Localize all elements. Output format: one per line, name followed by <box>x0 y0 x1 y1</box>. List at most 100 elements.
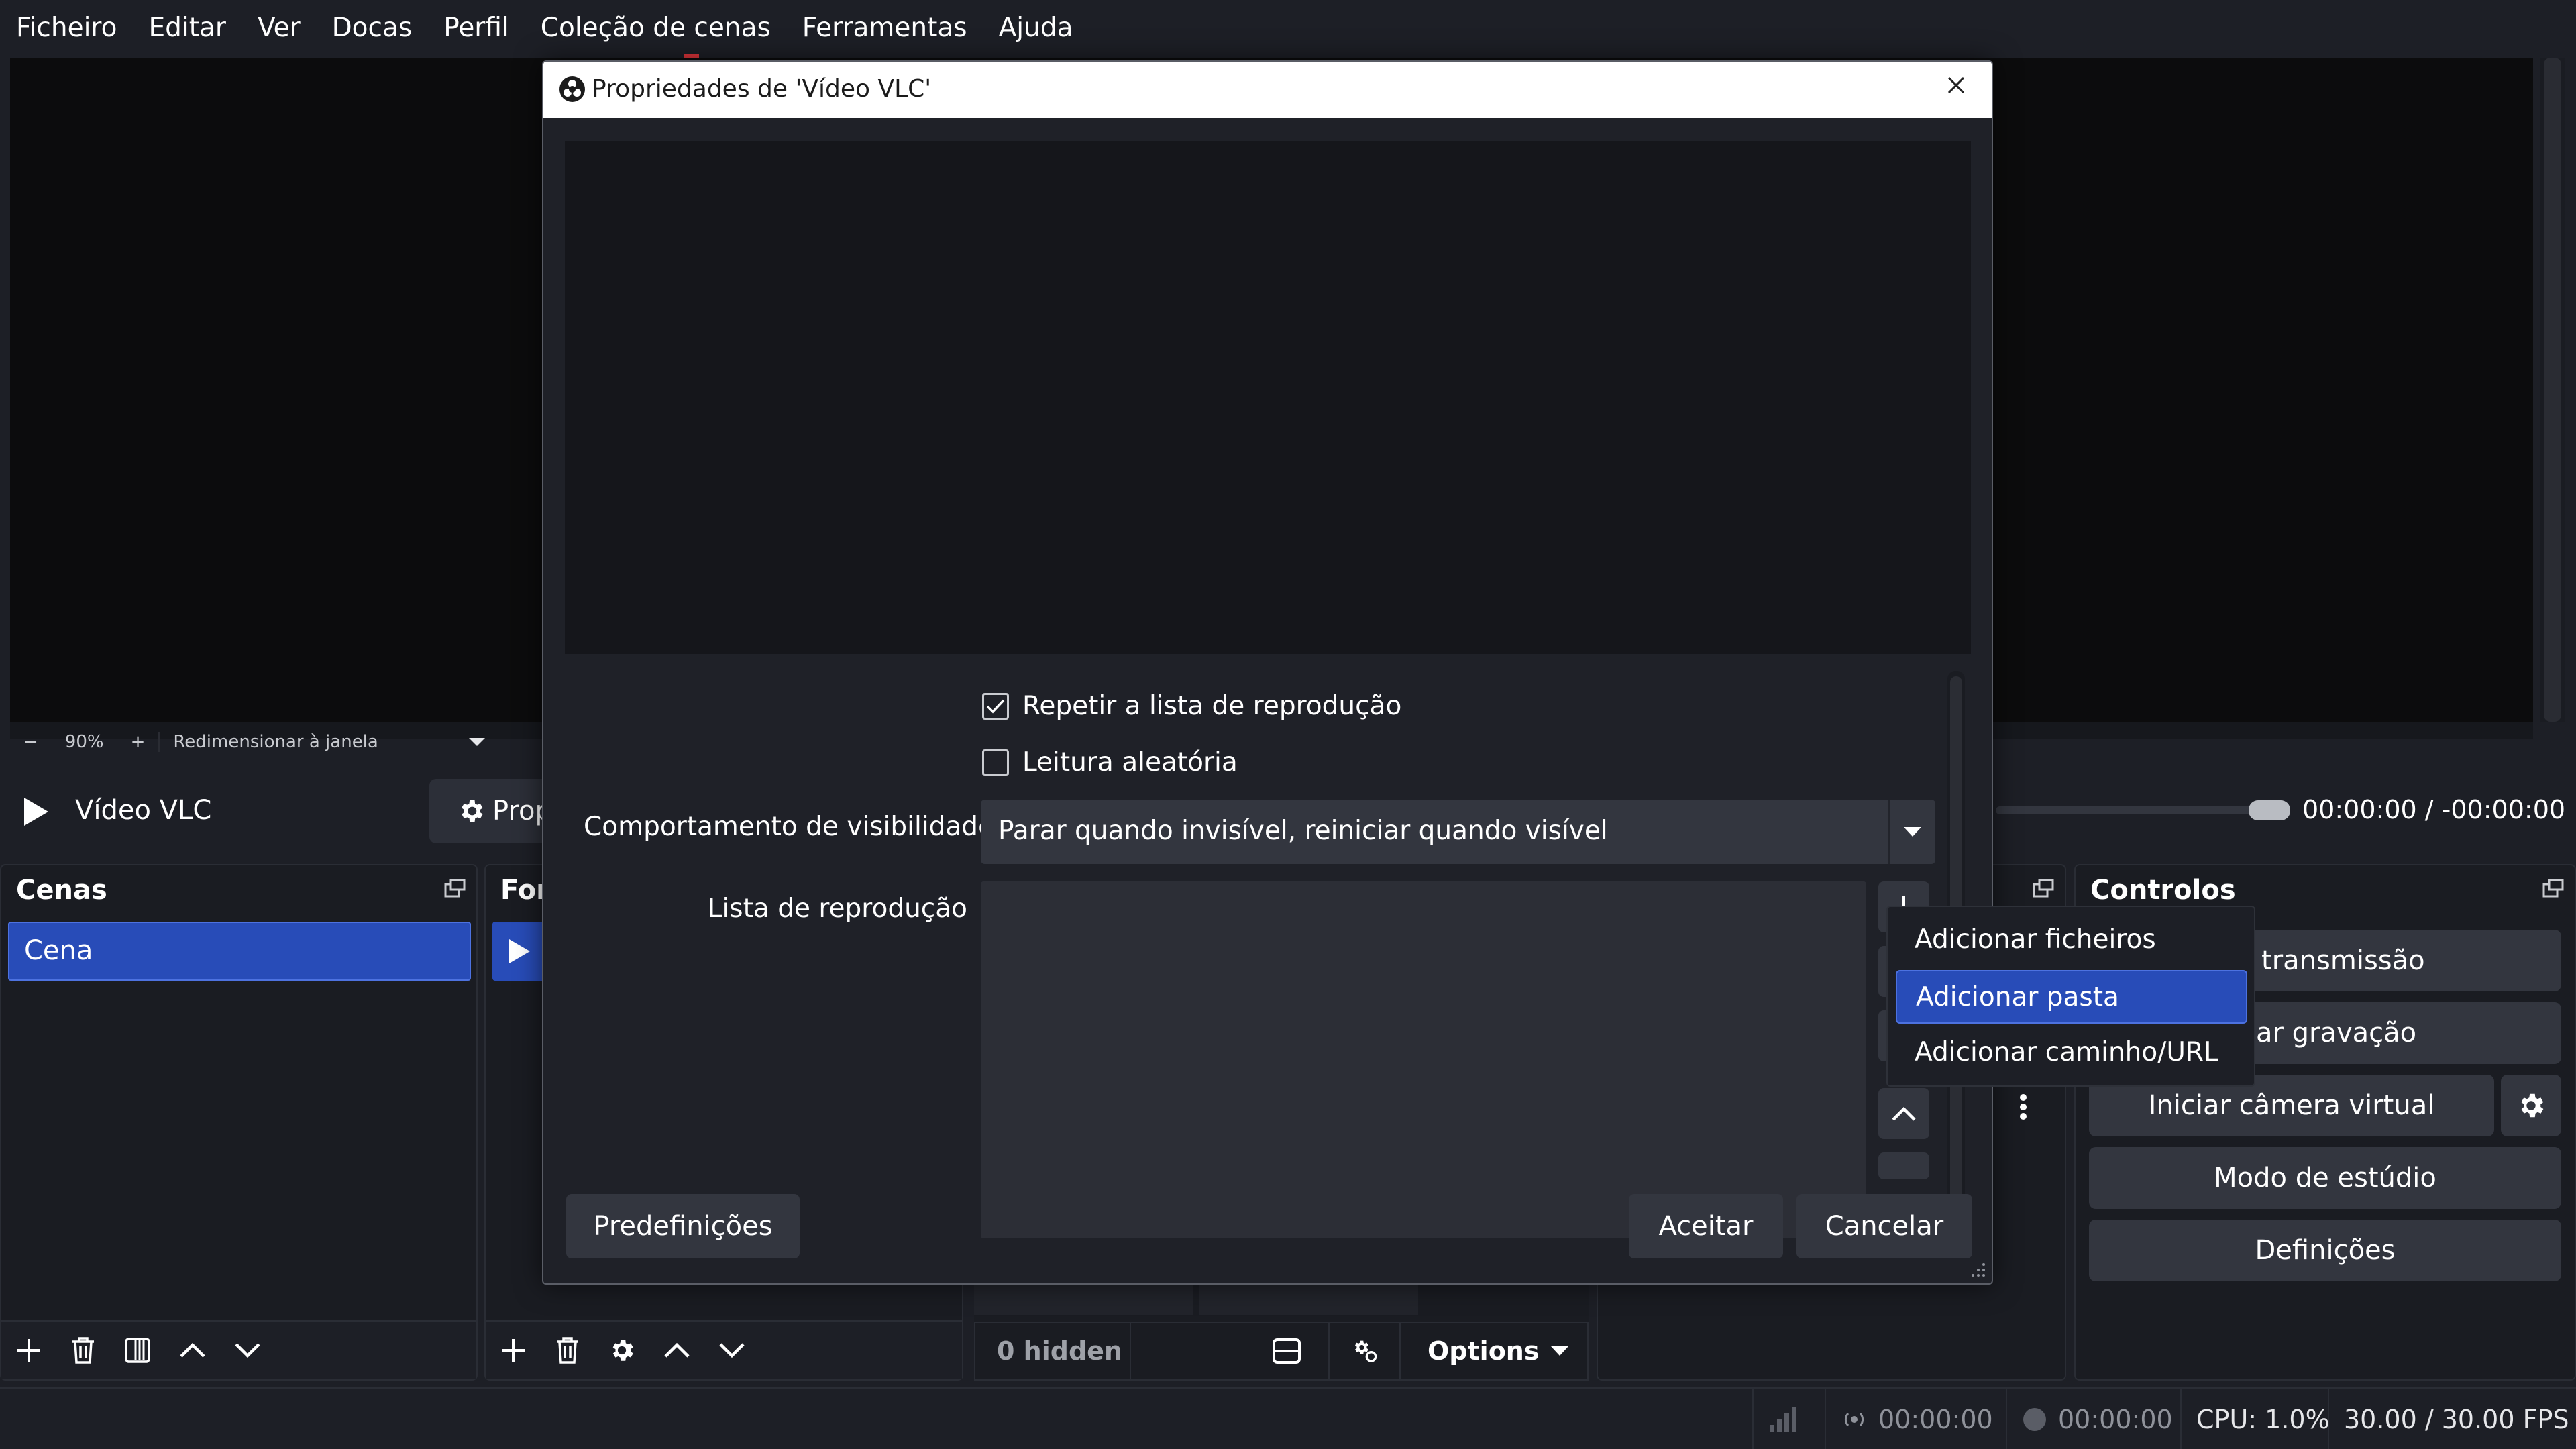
loop-playlist-checkbox[interactable] <box>982 692 1009 720</box>
chevron-down-icon <box>1550 1345 1570 1357</box>
menu-perfil[interactable]: Perfil <box>443 13 509 43</box>
play-icon <box>507 938 531 965</box>
properties-dialog: Propriedades de 'Vídeo VLC' Repetir a li… <box>542 60 1993 1285</box>
close-icon[interactable] <box>1945 74 1968 97</box>
preview-vertical-scrollbar[interactable] <box>2540 58 2565 722</box>
chevron-down-icon[interactable] <box>718 1342 746 1359</box>
undock-icon[interactable] <box>2033 879 2054 899</box>
options-button[interactable]: Options <box>1401 1336 1570 1366</box>
menu-bar: Ficheiro Editar Ver Docas Perfil Coleção… <box>0 0 2576 56</box>
shuffle-label: Leitura aleatória <box>1022 747 1238 777</box>
scenes-toolbar <box>1 1320 476 1379</box>
selected-source-name: Vídeo VLC <box>75 795 212 826</box>
menu-docas[interactable]: Docas <box>332 13 413 43</box>
time-current: 00:00:00 <box>2302 795 2417 824</box>
undock-icon[interactable] <box>444 879 466 899</box>
scene-item[interactable]: Cena <box>8 922 471 981</box>
playlist-label: Lista de reprodução <box>707 894 967 924</box>
loop-playlist-row[interactable]: Repetir a lista de reprodução <box>982 691 1401 721</box>
filter-icon[interactable] <box>123 1336 152 1364</box>
play-icon[interactable] <box>21 796 50 827</box>
virtual-camera-settings-button[interactable] <box>2501 1075 2561 1136</box>
menu-ferramentas[interactable]: Ferramentas <box>802 13 967 43</box>
move-up-button[interactable] <box>1878 1088 1929 1139</box>
properties-button[interactable]: Prop <box>429 779 552 843</box>
add-icon[interactable] <box>499 1336 527 1364</box>
gear-icon <box>2516 1090 2546 1121</box>
add-icon[interactable] <box>15 1336 43 1364</box>
trash-icon[interactable] <box>554 1336 581 1364</box>
chevron-up-icon[interactable] <box>178 1342 207 1359</box>
chevron-down-icon <box>467 736 487 748</box>
zoom-in-button[interactable]: + <box>117 732 159 752</box>
chevron-down-icon[interactable] <box>233 1342 262 1359</box>
audio-mixer-footer: 0 hidden Options <box>974 1322 1589 1381</box>
media-seek-slider[interactable] <box>1996 806 2264 814</box>
media-seek-handle[interactable] <box>2249 800 2290 820</box>
layout-icon[interactable] <box>1131 1338 1328 1364</box>
menu-editar[interactable]: Editar <box>148 13 225 43</box>
scrollbar-thumb[interactable] <box>2544 58 2561 722</box>
cancel-button[interactable]: Cancelar <box>1796 1194 1972 1258</box>
zoom-mode-select[interactable]: Redimensionar à janela <box>158 732 487 752</box>
settings-button[interactable]: Definições <box>2089 1220 2561 1281</box>
shuffle-checkbox[interactable] <box>982 749 1009 776</box>
visibility-behavior-label: Comportamento de visibilidade <box>584 812 995 842</box>
network-signal <box>1752 1389 1825 1449</box>
cpu-usage: CPU: 1.0% <box>2180 1389 2330 1449</box>
status-bar: 00:00:00 00:00:00 CPU: 1.0% 30.00 / 30.0… <box>0 1387 2576 1449</box>
visibility-behavior-select[interactable]: Parar quando invisível, reiniciar quando… <box>981 800 1935 864</box>
fps-display: 30.00 / 30.00 FPS <box>2328 1389 2576 1449</box>
dialog-title: Propriedades de 'Vídeo VLC' <box>592 75 932 103</box>
shuffle-row[interactable]: Leitura aleatória <box>982 747 1238 777</box>
chevron-up-icon[interactable] <box>663 1342 691 1359</box>
undock-icon[interactable] <box>2542 879 2564 899</box>
presets-button[interactable]: Predefinições <box>566 1194 800 1258</box>
advanced-audio-gear-icon[interactable] <box>1330 1338 1399 1364</box>
menu-colecao-de-cenas[interactable]: Coleção de cenas <box>541 13 771 43</box>
resize-grip-icon[interactable] <box>1970 1262 1986 1278</box>
media-time: 00:00:00 / -00:00:00 <box>2302 795 2565 824</box>
obs-logo-icon <box>558 75 586 103</box>
time-separator: / <box>2424 795 2434 824</box>
menu-ficheiro[interactable]: Ficheiro <box>16 13 117 43</box>
accept-button[interactable]: Aceitar <box>1629 1194 1783 1258</box>
move-down-button[interactable] <box>1878 1152 1929 1179</box>
menu-ajuda[interactable]: Ajuda <box>999 13 1073 43</box>
chevron-down-icon <box>1888 800 1935 864</box>
more-options-icon[interactable] <box>2019 1093 2028 1120</box>
sources-toolbar <box>486 1320 962 1379</box>
dock-title: Controlos <box>2090 875 2236 906</box>
visibility-behavior-value: Parar quando invisível, reiniciar quando… <box>998 816 1608 846</box>
source-item[interactable] <box>492 922 546 981</box>
scenes-dock: Cenas Cena <box>0 864 478 1381</box>
stream-status: 00:00:00 <box>1825 1389 2006 1449</box>
menu-add-path-url[interactable]: Adicionar caminho/URL <box>1896 1026 2247 1080</box>
record-icon <box>2022 1407 2047 1432</box>
zoom-level: 90% <box>64 732 104 752</box>
playlist-list[interactable] <box>981 881 1866 1238</box>
menu-ver[interactable]: Ver <box>258 13 301 43</box>
record-status: 00:00:00 <box>2006 1389 2180 1449</box>
trash-icon[interactable] <box>70 1336 97 1364</box>
dock-title: Cenas <box>16 875 107 906</box>
zoom-out-button[interactable]: − <box>10 732 52 752</box>
dialog-title-bar[interactable]: Propriedades de 'Vídeo VLC' <box>543 62 1992 118</box>
hidden-count: 0 hidden <box>997 1336 1122 1366</box>
dialog-source-preview <box>565 141 1971 654</box>
record-time: 00:00:00 <box>2058 1405 2173 1434</box>
gear-icon <box>456 796 486 826</box>
signal-bars-icon <box>1768 1406 1799 1433</box>
options-label: Options <box>1428 1336 1540 1366</box>
zoom-mode-label: Redimensionar à janela <box>173 732 378 752</box>
zoom-bar: − 90% + Redimensionar à janela <box>10 724 487 759</box>
loop-playlist-label: Repetir a lista de reprodução <box>1022 691 1402 721</box>
broadcast-icon <box>1841 1406 1868 1433</box>
time-remaining: -00:00:00 <box>2441 795 2566 824</box>
studio-mode-button[interactable]: Modo de estúdio <box>2089 1147 2561 1209</box>
gear-icon[interactable] <box>608 1336 636 1364</box>
add-playlist-menu: Adicionar ficheiros Adicionar pasta Adic… <box>1886 906 2255 1087</box>
menu-add-files[interactable]: Adicionar ficheiros <box>1896 914 2247 967</box>
stream-time: 00:00:00 <box>1878 1405 1993 1434</box>
menu-add-folder[interactable]: Adicionar pasta <box>1896 970 2247 1024</box>
